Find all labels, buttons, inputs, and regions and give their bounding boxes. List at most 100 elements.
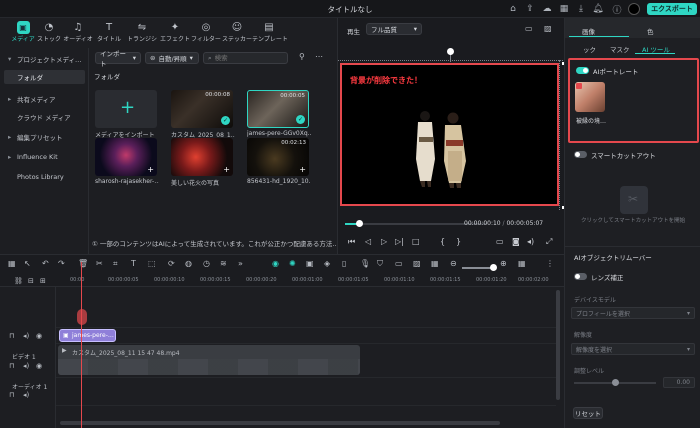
- lens-correction-toggle[interactable]: [574, 273, 587, 280]
- video-clip[interactable]: ▶ カスタム_2025_08_11 15 47 48.mp4: [58, 345, 360, 375]
- zoom-out-icon[interactable]: ⊖: [450, 259, 457, 268]
- speed-icon[interactable]: ◷: [203, 259, 210, 268]
- lock-icon[interactable]: ⊓: [9, 332, 14, 340]
- step-forward-icon[interactable]: ▷|: [395, 237, 404, 246]
- tab-sticker[interactable]: ☺ ステッカー: [222, 21, 252, 47]
- bell-icon[interactable]: 🔔︎: [592, 3, 604, 15]
- rotate-handle[interactable]: [447, 48, 454, 55]
- scrubber-knob[interactable]: [356, 220, 364, 227]
- import-media-tile[interactable]: +: [95, 90, 157, 128]
- nav-photos-library[interactable]: Photos Library: [4, 170, 85, 184]
- select-tool-icon[interactable]: ↖: [24, 259, 31, 268]
- crop-icon[interactable]: ⌗: [113, 259, 118, 269]
- monitor-icon[interactable]: ▭: [496, 237, 504, 246]
- portrait-preset-thumbnail[interactable]: [575, 82, 605, 112]
- device-model-select[interactable]: プロフィールを選択 ▾: [571, 307, 695, 319]
- grid-icon[interactable]: ▦: [558, 3, 570, 15]
- avatar[interactable]: [628, 3, 640, 15]
- tab-template[interactable]: ▤ テンプレート: [252, 21, 288, 47]
- eye-icon[interactable]: ◉: [36, 332, 42, 340]
- media-thumbnail[interactable]: +: [95, 138, 157, 176]
- import-dropdown[interactable]: インポート ▾: [95, 50, 141, 68]
- download-icon[interactable]: ⤓: [575, 3, 587, 15]
- add-icon[interactable]: +: [147, 165, 154, 174]
- image-icon[interactable]: ▨: [413, 259, 421, 268]
- slider-knob[interactable]: [612, 379, 619, 386]
- mute-icon[interactable]: ◂): [23, 391, 29, 399]
- adjust-level-slider[interactable]: [574, 379, 656, 386]
- snap-icon[interactable]: ⛓︎: [14, 277, 23, 285]
- ai-portrait-toggle[interactable]: [576, 67, 589, 74]
- image-icon[interactable]: ▨: [544, 24, 552, 33]
- grid-view-icon[interactable]: ▦: [518, 259, 526, 268]
- reset-button[interactable]: リセット: [573, 407, 603, 419]
- subtab-mask[interactable]: マスク: [610, 44, 630, 54]
- zoom-in-icon[interactable]: ⊕: [500, 259, 507, 268]
- sort-dropdown[interactable]: ⊜ 自動/昇順 ▾: [145, 52, 199, 64]
- play-icon[interactable]: ▷: [381, 237, 387, 246]
- shield-icon[interactable]: ⛉: [377, 259, 383, 269]
- adjust-level-input[interactable]: 0.00: [663, 377, 695, 388]
- timeline-horizontal-scrollbar[interactable]: [60, 421, 500, 425]
- mute-icon[interactable]: ◂): [23, 332, 29, 340]
- add-icon[interactable]: +: [223, 165, 230, 174]
- tab-title[interactable]: T タイトル: [94, 21, 124, 47]
- camera-icon[interactable]: ◙: [512, 237, 520, 246]
- color-icon[interactable]: ◍: [185, 259, 192, 268]
- split-icon[interactable]: ✂: [96, 259, 103, 268]
- nav-folder[interactable]: フォルダ: [4, 70, 85, 84]
- tab-effect[interactable]: ✦ エフェクト: [160, 21, 190, 47]
- keyframe-icon[interactable]: ◈: [324, 259, 330, 268]
- tab-video[interactable]: 画像: [582, 26, 595, 36]
- marquee-icon[interactable]: ⬚: [148, 259, 156, 268]
- redo-icon[interactable]: ↷: [58, 259, 65, 268]
- tab-color[interactable]: 色: [647, 26, 654, 36]
- playhead[interactable]: [81, 262, 82, 428]
- mark-in-icon[interactable]: {: [440, 237, 445, 246]
- export-button[interactable]: エクスポート: [647, 3, 697, 15]
- preview-canvas[interactable]: 背景が削除できた！: [340, 63, 559, 206]
- media-thumbnail[interactable]: 00:02:13 +: [247, 138, 309, 176]
- prev-frame-icon[interactable]: ⏮︎: [348, 237, 355, 247]
- lock-icon[interactable]: ⊓: [9, 391, 14, 399]
- nav-project-media[interactable]: ▾ プロジェクトメディ…: [4, 52, 85, 66]
- link-icon[interactable]: ⊟: [28, 277, 34, 285]
- layout-icon[interactable]: ▦: [8, 259, 16, 268]
- mute-icon[interactable]: ◂): [23, 362, 29, 370]
- filter-icon[interactable]: ⚲: [299, 52, 305, 61]
- media-thumbnail-selected[interactable]: 00:00:05 ✓: [247, 90, 309, 128]
- smart-cutout-toggle[interactable]: [574, 151, 587, 158]
- upload-icon[interactable]: ⇪: [524, 3, 536, 15]
- media-thumbnail[interactable]: 00:00:08 ✓: [171, 90, 233, 128]
- step-back-icon[interactable]: ◁: [365, 237, 371, 246]
- overlay-clip[interactable]: ▣ james-pere-…: [59, 329, 116, 342]
- clip-icon[interactable]: ▭: [395, 259, 403, 268]
- zoom-knob[interactable]: [490, 264, 497, 271]
- render-icon[interactable]: ◉: [272, 259, 279, 268]
- rotate-icon[interactable]: ⟳: [168, 259, 175, 268]
- gift-icon[interactable]: ⌂: [507, 3, 519, 15]
- more-tools-icon[interactable]: »: [238, 259, 243, 268]
- mark-out-icon[interactable]: }: [456, 237, 461, 246]
- more-icon[interactable]: ⋯: [315, 52, 323, 61]
- nav-shared-media[interactable]: ▸ 共有メディア: [4, 92, 85, 106]
- ai-icon[interactable]: ✺: [289, 259, 296, 268]
- nav-cloud-media[interactable]: クラウド メディア: [4, 110, 85, 124]
- tab-filter[interactable]: ◎ フィルター: [191, 21, 221, 47]
- eye-icon[interactable]: ◉: [36, 362, 42, 370]
- cloud-icon[interactable]: ☁: [541, 3, 553, 15]
- marker-icon[interactable]: ▯: [342, 259, 346, 268]
- media-thumbnail[interactable]: +: [171, 138, 233, 176]
- snapshot-icon[interactable]: ▣: [306, 259, 314, 268]
- timeline-ruler[interactable]: ⛓︎ ⊟ ⊞ 00:00 00:00:00:05 00:00:00:10 00:…: [0, 273, 564, 287]
- search-input[interactable]: [214, 54, 285, 62]
- nav-edit-preset[interactable]: ▸ 編集プリセット: [4, 130, 85, 144]
- volume-icon[interactable]: ◂): [527, 237, 534, 246]
- mic-icon[interactable]: 🎙︎: [360, 259, 370, 268]
- lock-icon[interactable]: ⊓: [9, 362, 14, 370]
- screen-icon[interactable]: ▭: [525, 24, 533, 33]
- grid-icon[interactable]: ▦: [431, 259, 439, 268]
- resolution-select[interactable]: 解像度を選択 ▾: [571, 343, 695, 355]
- audio-adjust-icon[interactable]: ≋: [220, 259, 227, 268]
- nav-influence-kit[interactable]: ▸ Influence Kit: [4, 150, 85, 164]
